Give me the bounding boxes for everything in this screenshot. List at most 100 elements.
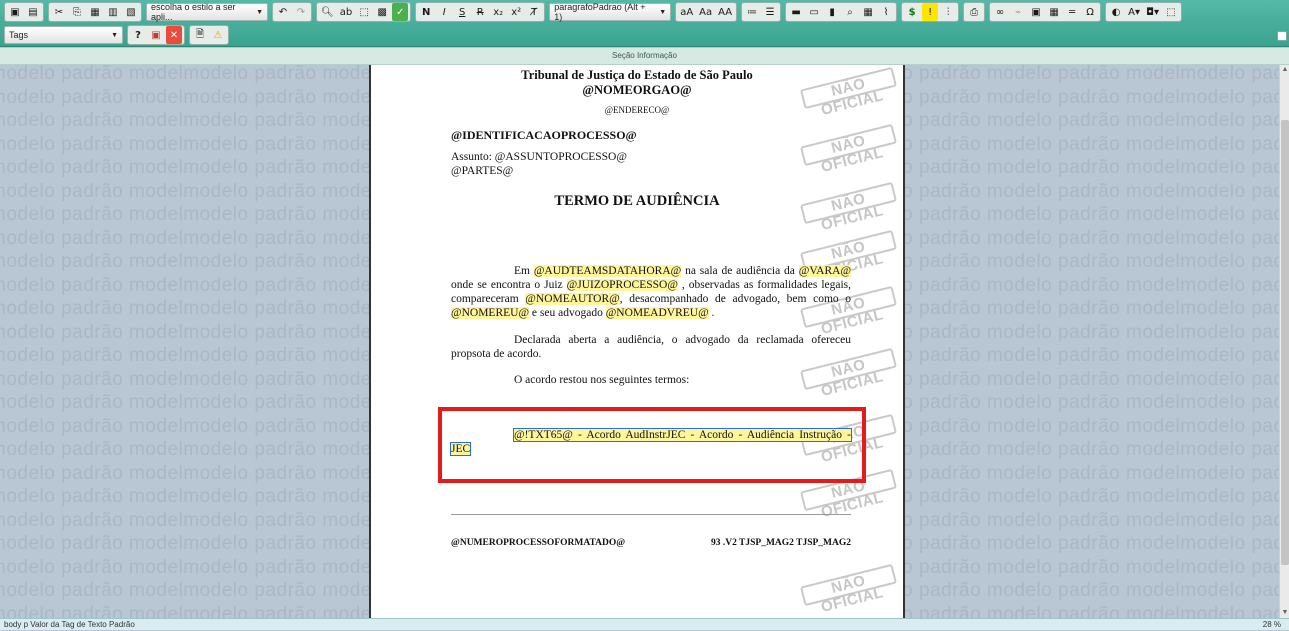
- copy-icon[interactable]: ⎘: [69, 3, 85, 21]
- scroll-down-icon[interactable]: ▼: [1280, 608, 1289, 618]
- document-workarea[interactable]: modelo padrão modelmodelo padrão modelo …: [0, 65, 1279, 618]
- columns-icon[interactable]: ⫶: [940, 3, 956, 21]
- underline-icon[interactable]: S: [454, 3, 470, 21]
- maximize-icon[interactable]: ⬚: [1163, 3, 1179, 21]
- tag-adv-reu[interactable]: @NOMEADVREU@: [605, 307, 709, 319]
- find-group: 🔍︎ ab ⬚ ▩ ✓: [316, 2, 412, 22]
- dollar-icon[interactable]: $: [904, 3, 920, 21]
- comment-add-icon[interactable]: ▭: [806, 3, 822, 21]
- footer-model-code: 93 .V2 TJSP_MAG2 TJSP_MAG2: [710, 538, 851, 548]
- bg-color-icon[interactable]: ◘▾: [1144, 3, 1161, 21]
- tags-select-value: Tags: [9, 30, 29, 40]
- zoom-level: 28 %: [1262, 620, 1281, 629]
- print-group: ⎙: [963, 2, 986, 22]
- font-size-down-icon[interactable]: Aa: [697, 3, 714, 21]
- paste-text-icon[interactable]: ▥: [105, 3, 121, 21]
- chevron-down-icon: ▼: [111, 31, 118, 39]
- text-color-icon[interactable]: A▾: [1126, 3, 1142, 21]
- p1-text: Em: [514, 265, 530, 277]
- superscript-icon[interactable]: x²: [508, 3, 524, 21]
- p1-text: onde se encontra o Juiz: [451, 279, 563, 291]
- page-break-icon[interactable]: ⌇: [878, 3, 894, 21]
- scrollbar-thumb[interactable]: [1281, 120, 1289, 565]
- section-label: Seção Informação: [612, 51, 677, 60]
- subscript-icon[interactable]: x₂: [490, 3, 506, 21]
- bulleted-list-icon[interactable]: ☰: [762, 3, 778, 21]
- check-group: 🗎︎ ⚠: [189, 25, 229, 45]
- tag-juiz[interactable]: @JUIZOPROCESSO@: [566, 279, 678, 291]
- exclamation-icon[interactable]: !: [922, 3, 939, 21]
- zoom-icon[interactable]: ⌕: [842, 3, 858, 21]
- p1-text: na sala de audiência da: [685, 265, 795, 277]
- paste-icon[interactable]: ▦: [87, 3, 103, 21]
- format-group: N I S R x₂ x² T̸: [415, 2, 546, 22]
- font-size-up-icon[interactable]: aA: [678, 3, 695, 21]
- tag-autor[interactable]: @NOMEAUTOR@: [525, 293, 620, 305]
- spellcheck-icon[interactable]: ✓: [392, 3, 409, 21]
- warning-icon[interactable]: ⚠: [210, 26, 226, 44]
- replace-icon[interactable]: ab: [338, 3, 354, 21]
- comment-icon[interactable]: ▬: [788, 3, 804, 21]
- editor-toolbar: ▣ ▤ ✂ ⎘ ▦ ▥ ▧ escolha o estilo a ser apl…: [0, 0, 1289, 47]
- remove-format-icon[interactable]: ▩: [374, 3, 390, 21]
- paragraph-2: Declarada aberta a audiência, o advogado…: [451, 334, 851, 360]
- select-all-icon[interactable]: ⬚: [356, 3, 372, 21]
- scroll-up-icon[interactable]: ▲: [1280, 65, 1289, 75]
- save-as-icon[interactable]: ▤: [25, 3, 41, 21]
- clear-format-icon[interactable]: T̸: [526, 3, 542, 21]
- tag-audteams[interactable]: @AUDTEAMSDATAHORA@: [533, 265, 682, 277]
- tag-window-icon[interactable]: ▣: [148, 26, 164, 44]
- document-title: TERMO DE AUDIÊNCIA: [554, 193, 720, 209]
- horizontal-rule-icon[interactable]: ═: [1064, 3, 1080, 21]
- table-icon[interactable]: ▦: [860, 3, 876, 21]
- paragraph-1: Em @AUDTEAMSDATAHORA@ na sala de audiênc…: [451, 264, 852, 320]
- undo-icon[interactable]: ↶: [275, 3, 291, 21]
- misc-group: ∞ ⌁ ▣ ▦ ═ Ω: [989, 2, 1102, 22]
- status-bar: body p Valor da Tag de Texto Padrão 28 %: [0, 618, 1289, 630]
- image-icon[interactable]: ▣: [1028, 3, 1044, 21]
- print-icon[interactable]: ⎙: [966, 3, 982, 21]
- document-page[interactable]: NÃO OFICIAL NÃO OFICIAL NÃO OFICIAL NÃO …: [369, 65, 905, 618]
- subject-label: Assunto:: [451, 151, 492, 163]
- fields-group: $ ! ⫶: [901, 2, 960, 22]
- vertical-scrollbar[interactable]: ▲ ▼: [1279, 65, 1289, 618]
- history-group: ↶ ↷: [272, 2, 312, 22]
- special-char-icon[interactable]: Ω: [1082, 3, 1098, 21]
- save-icon[interactable]: ▣: [7, 3, 23, 21]
- contrast-icon[interactable]: ◐: [1108, 3, 1124, 21]
- stamp-watermark: NÃO OFICIAL: [799, 563, 898, 616]
- style-select-value: escolha o estilo a ser apli...: [151, 2, 236, 22]
- tag-reu[interactable]: @NOMEREU@: [451, 307, 530, 319]
- cut-icon[interactable]: ✂: [51, 3, 67, 21]
- toolbar-row-2: Tags ▼ ? ▣ ✕ 🗎︎ ⚠: [0, 24, 229, 46]
- case-group: aA Aa AA: [675, 2, 738, 22]
- stamp-watermark: NÃO OFICIAL: [799, 123, 898, 176]
- p1-text: , desacompanhado de advogado, bem como o: [619, 293, 851, 305]
- paste-word-icon[interactable]: ▧: [123, 3, 139, 21]
- paragraph-select[interactable]: paragrafoPadrao (Alt + 1) ▼: [549, 2, 672, 22]
- redo-icon[interactable]: ↷: [293, 3, 309, 21]
- unlink-icon[interactable]: ⌁: [1010, 3, 1026, 21]
- subject-tag: @ASSUNTOPROCESSO@: [494, 151, 627, 163]
- tags-select[interactable]: Tags ▼: [4, 26, 123, 44]
- link-icon[interactable]: ∞: [992, 3, 1008, 21]
- change-case-icon[interactable]: AA: [716, 3, 734, 21]
- document-check-icon[interactable]: 🗎︎: [192, 26, 208, 44]
- paragraph-3: O acordo restou nos seguintes termos:: [514, 374, 690, 386]
- section-header: Seção Informação: [0, 48, 1289, 65]
- italic-icon[interactable]: I: [436, 3, 452, 21]
- insert-table-icon[interactable]: ▦: [1046, 3, 1062, 21]
- tag-vara[interactable]: @VARA@: [798, 265, 852, 277]
- style-select[interactable]: escolha o estilo a ser apli... ▼: [146, 2, 268, 22]
- footer-process-number: @NUMEROPROCESSOFORMATADO@: [451, 538, 626, 548]
- strike-icon[interactable]: R: [472, 3, 488, 21]
- find-icon[interactable]: 🔍︎: [319, 3, 336, 21]
- remove-tag-icon[interactable]: ✕: [166, 26, 182, 44]
- comment-edit-icon[interactable]: ▮: [824, 3, 840, 21]
- highlight-callout-box: [438, 407, 866, 483]
- numbered-list-icon[interactable]: ≔: [744, 3, 760, 21]
- collapse-toolbar-icon[interactable]: [1277, 31, 1287, 41]
- help-icon[interactable]: ?: [130, 26, 146, 44]
- bold-icon[interactable]: N: [418, 3, 434, 21]
- toolbar-row-1: ▣ ▤ ✂ ⎘ ▦ ▥ ▧ escolha o estilo a ser apl…: [0, 1, 1183, 23]
